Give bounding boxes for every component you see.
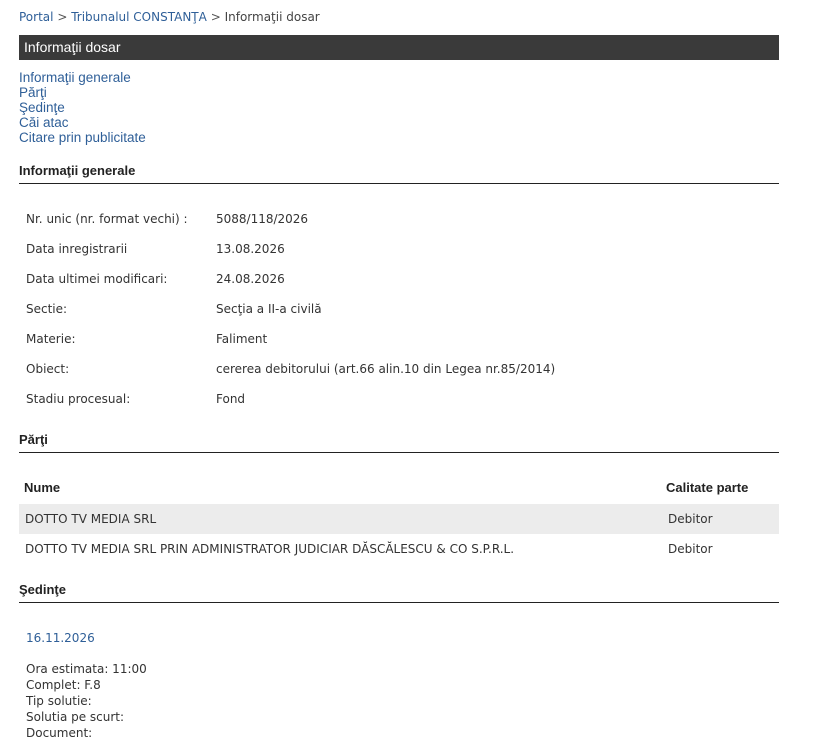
nav-link-appeals[interactable]: Căi atac (19, 115, 146, 130)
breadcrumb-separator: > (57, 10, 68, 24)
hearing-date-link[interactable]: 16.11.2026 (26, 631, 95, 645)
column-header-role: Calitate parte (666, 480, 749, 495)
column-header-name: Nume (24, 480, 61, 495)
section-title-parties: Părţi (19, 432, 779, 453)
hearing-detail-panel: Complet: F.8 (26, 678, 101, 692)
table-row: DOTTO TV MEDIA SRL Debitor (19, 504, 779, 534)
info-label: Obiect: (26, 362, 70, 376)
hearing-detail-estimated-time: Ora estimata: 11:00 (26, 662, 147, 676)
info-row-last-modified: Data ultimei modificari: 24.08.2026 (26, 272, 285, 286)
info-label: Data ultimei modificari: (26, 272, 168, 286)
hearing-detail-solution-type: Tip solutie: (26, 694, 92, 708)
breadcrumb-current: Informaţii dosar (224, 10, 320, 24)
breadcrumb-court-link[interactable]: Tribunalul CONSTANŢA (71, 10, 207, 24)
parties-table-header: Nume Calitate parte (19, 474, 779, 500)
nav-link-general-info[interactable]: Informaţii generale (19, 70, 146, 85)
section-title-general-info: Informaţii generale (19, 163, 779, 184)
info-row-matter: Materie: Faliment (26, 332, 267, 346)
section-title-hearings: Şedinţe (19, 582, 779, 603)
nav-link-parties[interactable]: Părţi (19, 85, 146, 100)
party-role: Debitor (668, 542, 713, 556)
table-row: DOTTO TV MEDIA SRL PRIN ADMINISTRATOR JU… (19, 534, 779, 564)
info-value: 5088/118/2026 (216, 212, 309, 226)
hearing-details: Ora estimata: 11:00 Complet: F.8 Tip sol… (26, 661, 147, 741)
hearing-detail-solution-summary: Solutia pe scurt: (26, 710, 125, 724)
party-name: DOTTO TV MEDIA SRL (25, 512, 157, 526)
nav-link-hearings[interactable]: Şedinţe (19, 100, 146, 115)
info-row-case-number: Nr. unic (nr. format vechi) : 5088/118/20… (26, 212, 308, 226)
info-row-object: Obiect: cererea debitorului (art.66 alin.… (26, 362, 555, 376)
breadcrumb: Portal > Tribunalul CONSTANŢA > Informaţ… (19, 10, 320, 24)
info-value: Fond (216, 392, 246, 406)
section-nav: Informaţii generale Părţi Şedinţe Căi at… (19, 70, 146, 145)
party-name: DOTTO TV MEDIA SRL PRIN ADMINISTRATOR JU… (25, 542, 515, 556)
info-value: 24.08.2026 (216, 272, 285, 286)
info-label: Stadiu procesual: (26, 392, 131, 406)
hearing-detail-document: Document: (26, 726, 93, 740)
info-label: Nr. unic (nr. format vechi) : (26, 212, 188, 226)
info-label: Data inregistrarii (26, 242, 128, 256)
info-label: Sectie: (26, 302, 68, 316)
info-row-registration-date: Data inregistrarii 13.08.2026 (26, 242, 285, 256)
info-row-procedural-stage: Stadiu procesual: Fond (26, 392, 245, 406)
info-value: Secţia a II-a civilă (216, 302, 322, 316)
info-value: 13.08.2026 (216, 242, 285, 256)
breadcrumb-separator: > (210, 10, 221, 24)
info-value: Faliment (216, 332, 268, 346)
party-role: Debitor (668, 512, 713, 526)
info-row-section: Sectie: Secţia a II-a civilă (26, 302, 322, 316)
info-value: cererea debitorului (art.66 alin.10 din … (216, 362, 556, 376)
info-label: Materie: (26, 332, 76, 346)
nav-link-public-summons[interactable]: Citare prin publicitate (19, 130, 146, 145)
breadcrumb-portal-link[interactable]: Portal (19, 10, 53, 24)
page-title-bar: Informaţii dosar (19, 35, 779, 60)
